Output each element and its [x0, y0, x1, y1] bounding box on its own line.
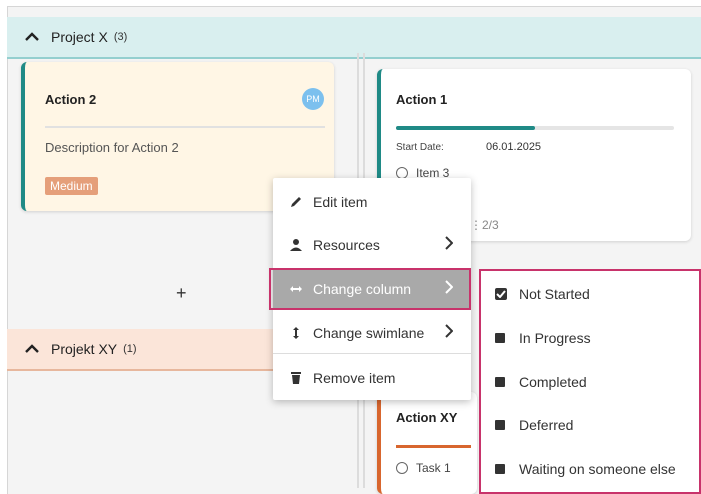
column-submenu: Not Started In Progress Completed Deferr…: [479, 269, 701, 494]
swimlane-title: Projekt XY: [51, 341, 118, 357]
progress-bar: [396, 126, 674, 130]
menu-item-edit[interactable]: Edit item: [273, 183, 471, 221]
progress-bar: [396, 445, 471, 448]
submenu-label: Waiting on someone else: [519, 461, 676, 477]
checkbox-checked-icon: [495, 288, 507, 300]
checklist-count: ⋮2/3: [470, 218, 499, 232]
card-title: Action 1: [396, 92, 448, 107]
submenu-label: Not Started: [519, 286, 590, 302]
checklist-item[interactable]: Task 1: [396, 461, 451, 475]
square-icon: [495, 377, 505, 387]
add-item-button[interactable]: +: [176, 283, 187, 304]
start-date-label: Start Date:: [396, 142, 444, 153]
submenu-item-waiting[interactable]: Waiting on someone else: [481, 449, 699, 489]
submenu-item-completed[interactable]: Completed: [481, 362, 699, 402]
radio-icon[interactable]: [396, 462, 408, 474]
checklist-icon: ⋮: [470, 218, 482, 232]
menu-item-label: Resources: [313, 237, 380, 253]
pencil-icon: [289, 195, 303, 209]
submenu-label: In Progress: [519, 330, 591, 346]
menu-item-label: Change swimlane: [313, 325, 425, 341]
submenu-item-not-started[interactable]: Not Started: [481, 274, 699, 314]
chevron-right-icon: [445, 236, 454, 253]
card-separator: [45, 126, 325, 128]
trash-icon: [289, 371, 303, 385]
square-icon: [495, 464, 505, 474]
menu-item-label: Edit item: [313, 194, 368, 210]
swimlane-header-project-x[interactable]: Project X (3): [7, 17, 701, 59]
swimlane-count: (1): [123, 343, 137, 355]
submenu-item-in-progress[interactable]: In Progress: [481, 318, 699, 358]
menu-item-change-swimlane[interactable]: Change swimlane: [273, 314, 471, 352]
person-icon: [289, 238, 303, 252]
swimlane-count: (3): [113, 31, 128, 43]
menu-divider: [273, 353, 471, 354]
card-title: Action XY: [396, 410, 458, 425]
square-icon: [495, 420, 505, 430]
square-icon: [495, 333, 505, 343]
card-description: Description for Action 2: [45, 140, 179, 155]
submenu-label: Deferred: [519, 417, 574, 433]
chevron-up-icon[interactable]: [25, 342, 39, 356]
chevron-right-icon: [445, 324, 454, 341]
card-action-xy[interactable]: [377, 392, 477, 494]
vertical-arrows-icon: [289, 326, 303, 340]
submenu-item-deferred[interactable]: Deferred: [481, 405, 699, 445]
start-date-value: 06.01.2025: [486, 141, 542, 153]
priority-badge: Medium: [45, 177, 98, 195]
avatar[interactable]: PM: [302, 88, 324, 110]
card-title: Action 2: [45, 92, 97, 107]
menu-item-label: Remove item: [313, 370, 396, 386]
submenu-label: Completed: [519, 374, 587, 390]
menu-item-resources[interactable]: Resources: [273, 226, 471, 264]
checklist-count-value: 2/3: [482, 218, 499, 232]
highlight-box: [269, 268, 471, 310]
menu-item-remove[interactable]: Remove item: [273, 359, 471, 397]
progress-fill: [396, 126, 535, 130]
swimlane-title: Project X: [51, 29, 108, 45]
item-label: Task 1: [416, 461, 451, 475]
chevron-up-icon[interactable]: [25, 30, 39, 44]
